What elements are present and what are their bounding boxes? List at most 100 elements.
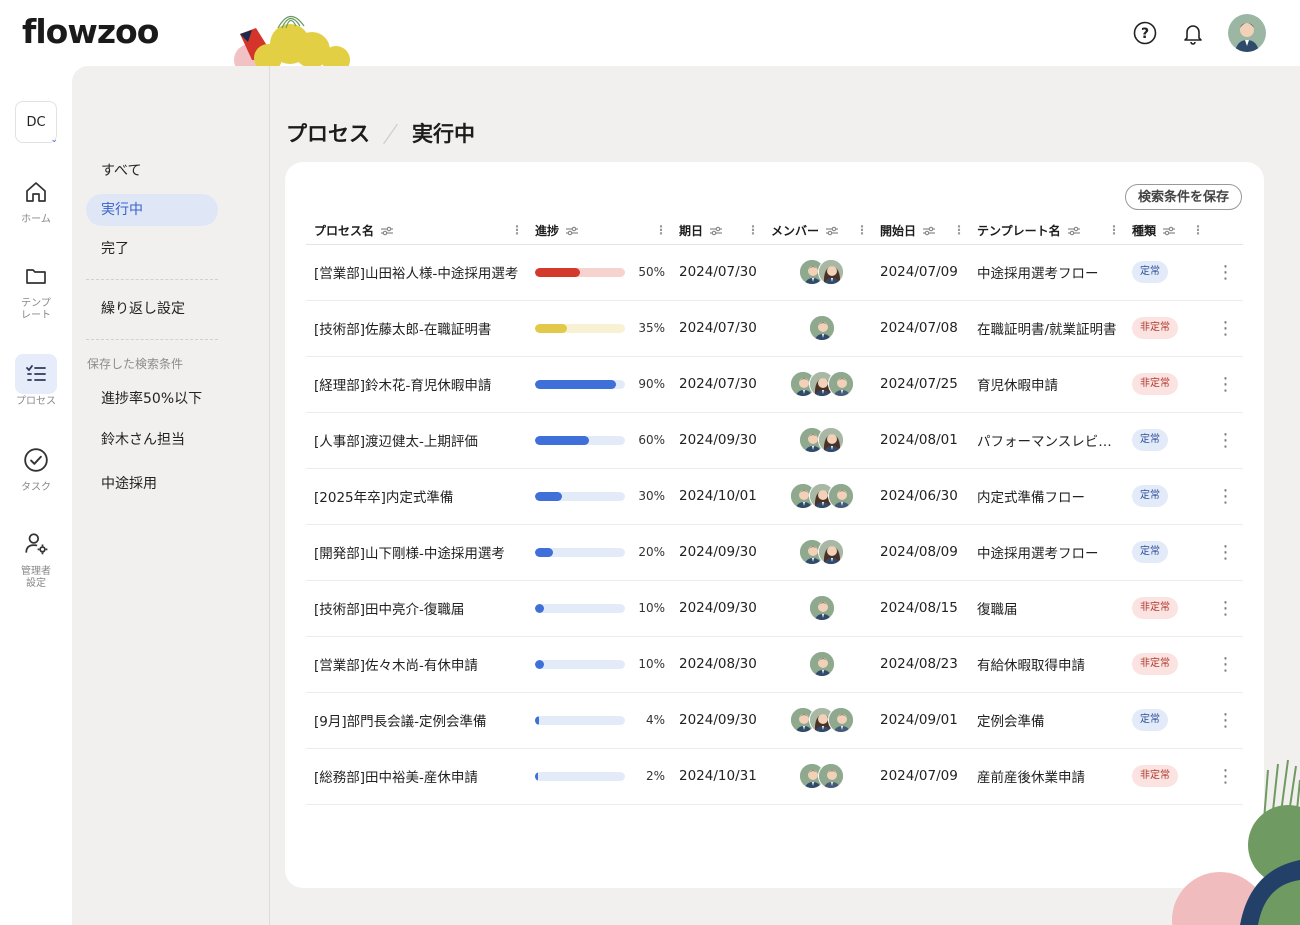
column-header-template-name[interactable]: テンプレート名 ⋮ (969, 218, 1124, 245)
column-menu-icon[interactable]: ⋮ (655, 223, 667, 237)
progress-indicator: 60% (535, 433, 671, 447)
filter-icon[interactable] (565, 225, 579, 239)
bell-icon[interactable] (1180, 20, 1206, 46)
row-menu-icon[interactable]: ⋮ (1208, 244, 1243, 301)
member-avatar[interactable] (808, 315, 835, 341)
process-name-cell[interactable]: [経理部]鈴木花-育児休暇申請 (306, 356, 527, 413)
filter-icon[interactable] (380, 225, 394, 239)
table-row[interactable]: [技術部]田中亮介-復職届 10% 2024/09/30 2024/08/15 復職届非… (306, 580, 1243, 637)
member-avatar-group[interactable] (771, 315, 872, 341)
saved-search-item[interactable]: 進捗率50%以下 (86, 383, 218, 415)
rail-item-process[interactable]: プロセス (0, 354, 72, 408)
table-row[interactable]: [営業部]佐々木尚-有休申請 10% 2024/08/30 2024/08/23 有給休… (306, 636, 1243, 693)
rail-item-admin[interactable]: 管理者設定 (0, 524, 72, 590)
member-avatar-group[interactable] (771, 763, 872, 789)
member-avatar-group[interactable] (771, 371, 872, 397)
template-name-cell[interactable]: 産前産後休業申請 (969, 748, 1124, 805)
table-row[interactable]: [人事部]渡辺健太-上期評価 60% 2024/09/30 2024/08/01 パフォ… (306, 412, 1243, 469)
member-avatar[interactable] (827, 371, 854, 397)
member-avatar[interactable] (827, 483, 854, 509)
column-header-members[interactable]: メンバー ⋮ (763, 218, 872, 245)
row-menu-icon[interactable]: ⋮ (1208, 412, 1243, 469)
column-header-progress[interactable]: 進捗 ⋮ (527, 218, 671, 245)
member-avatar-group[interactable] (771, 483, 872, 509)
column-header-due-date[interactable]: 期日 ⋮ (671, 218, 763, 245)
process-name-cell[interactable]: [技術部]佐藤太郎-在職証明書 (306, 300, 527, 357)
table-row[interactable]: [営業部]山田裕人様-中途採用選考 50% 2024/07/30 2024/07/09… (306, 244, 1243, 301)
row-menu-icon[interactable]: ⋮ (1208, 636, 1243, 693)
column-menu-icon[interactable]: ⋮ (1108, 223, 1120, 237)
column-menu-icon[interactable]: ⋮ (1192, 223, 1204, 237)
member-avatar[interactable] (808, 595, 835, 621)
process-name-cell[interactable]: [営業部]山田裕人様-中途採用選考 (306, 244, 527, 301)
subnav-item-completed[interactable]: 完了 (86, 233, 218, 265)
member-avatar-group[interactable] (771, 651, 872, 677)
member-avatar-group[interactable] (771, 539, 872, 565)
table-row[interactable]: [9月]部門長会議-定例会準備 4% 2024/09/30 2024/09/01 定例会… (306, 692, 1243, 749)
process-name-cell[interactable]: [総務部]田中裕美-産休申請 (306, 748, 527, 805)
process-name-cell[interactable]: [営業部]佐々木尚-有休申請 (306, 636, 527, 693)
template-name-cell[interactable]: 中途採用選考フロー (969, 244, 1124, 301)
column-menu-icon[interactable]: ⋮ (511, 223, 523, 237)
filter-icon[interactable] (1162, 225, 1176, 239)
column-menu-icon[interactable]: ⋮ (953, 223, 965, 237)
table-row[interactable]: [経理部]鈴木花-育児休暇申請 90% 2024/07/30 2024/07/25 育児… (306, 356, 1243, 413)
column-menu-icon[interactable]: ⋮ (856, 223, 868, 237)
rail-item-task[interactable]: タスク (0, 440, 72, 494)
process-name-cell[interactable]: [人事部]渡辺健太-上期評価 (306, 412, 527, 469)
process-name-cell[interactable]: [技術部]田中亮介-復職届 (306, 580, 527, 637)
row-menu-icon[interactable]: ⋮ (1208, 692, 1243, 749)
member-avatar-group[interactable] (771, 595, 872, 621)
subnav-item-all[interactable]: すべて (86, 155, 218, 187)
row-menu-icon[interactable]: ⋮ (1208, 468, 1243, 525)
rail-item-template[interactable]: テンプレート (0, 256, 72, 322)
column-menu-icon[interactable]: ⋮ (747, 223, 759, 237)
breadcrumb-root[interactable]: プロセス (286, 118, 370, 148)
template-name-cell[interactable]: 定例会準備 (969, 692, 1124, 749)
filter-icon[interactable] (825, 225, 839, 239)
subnav-item-repeat[interactable]: 繰り返し設定 (86, 293, 218, 325)
column-header-process-name[interactable]: プロセス名 ⋮ (306, 218, 527, 245)
rail-item-home[interactable]: ホーム (0, 172, 72, 226)
process-name-cell[interactable]: [2025年卒]内定式準備 (306, 468, 527, 525)
row-menu-icon[interactable]: ⋮ (1208, 300, 1243, 357)
member-avatar[interactable] (818, 427, 844, 453)
filter-icon[interactable] (922, 225, 936, 239)
template-name-cell[interactable]: 内定式準備フロー (969, 468, 1124, 525)
template-name-cell[interactable]: 在職証明書/就業証明書 (969, 300, 1124, 357)
save-search-button[interactable]: 検索条件を保存 (1124, 184, 1242, 210)
process-name-cell[interactable]: [開発部]山下剛様-中途採用選考 (306, 524, 527, 581)
member-avatar-group[interactable] (771, 707, 872, 733)
filter-icon[interactable] (709, 225, 723, 239)
filter-icon[interactable] (1067, 225, 1081, 239)
template-name-cell[interactable]: 復職届 (969, 580, 1124, 637)
member-avatar-group[interactable] (771, 427, 872, 453)
process-name-cell[interactable]: [9月]部門長会議-定例会準備 (306, 692, 527, 749)
template-name-cell[interactable]: 育児休暇申請 (969, 356, 1124, 413)
column-header-start-date[interactable]: 開始日 ⋮ (872, 218, 969, 245)
subnav-item-running[interactable]: 実行中 (86, 194, 218, 226)
member-avatar[interactable] (818, 539, 844, 565)
row-menu-icon[interactable]: ⋮ (1208, 580, 1243, 637)
org-switcher[interactable]: DC ⌄ (15, 101, 58, 145)
template-name-cell[interactable]: パフォーマンスレビュー (969, 412, 1124, 469)
template-name-cell[interactable]: 中途採用選考フロー (969, 524, 1124, 581)
template-name-cell[interactable]: 有給休暇取得申請 (969, 636, 1124, 693)
saved-search-item[interactable]: 中途採用 (86, 468, 218, 500)
column-header-type[interactable]: 種類 ⋮ (1124, 218, 1208, 245)
member-avatar[interactable] (808, 651, 835, 677)
help-icon[interactable]: ? (1132, 20, 1158, 46)
user-avatar[interactable] (1228, 14, 1266, 52)
table-row[interactable]: [技術部]佐藤太郎-在職証明書 35% 2024/07/30 2024/07/08 在職… (306, 300, 1243, 357)
member-avatar-group[interactable] (771, 259, 872, 285)
member-avatar[interactable] (818, 259, 844, 285)
member-avatar[interactable] (827, 707, 854, 733)
member-avatar[interactable] (818, 763, 844, 789)
row-menu-icon[interactable]: ⋮ (1208, 524, 1243, 581)
table-row[interactable]: [総務部]田中裕美-産休申請 2% 2024/10/31 2024/07/09 産前産後… (306, 748, 1243, 805)
table-row[interactable]: [2025年卒]内定式準備 30% 2024/10/01 2024/06/30 内定式準… (306, 468, 1243, 525)
row-menu-icon[interactable]: ⋮ (1208, 356, 1243, 413)
table-row[interactable]: [開発部]山下剛様-中途採用選考 20% 2024/09/30 2024/08/09 中… (306, 524, 1243, 581)
app-logo[interactable]: flowzoo (22, 12, 159, 51)
saved-search-item[interactable]: 鈴木さん担当 (86, 424, 218, 456)
